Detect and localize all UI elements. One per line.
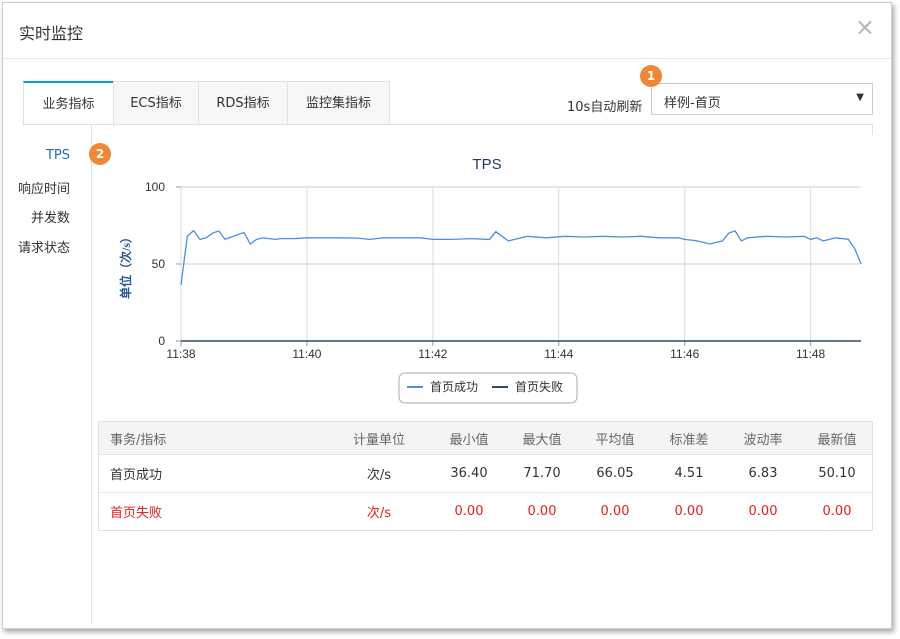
- metrics-table: 事务/指标 计量单位 最小值 最大值 平均值 标准差 波动率 最新值 首页成功 …: [98, 421, 873, 531]
- tab-rds-metrics[interactable]: RDS指标: [198, 81, 288, 124]
- callout-badge-1: 1: [640, 65, 662, 87]
- row-latest: 50.10: [818, 466, 856, 481]
- tab-ecs-metrics[interactable]: ECS指标: [113, 81, 199, 124]
- row-std: 0.00: [674, 504, 704, 519]
- x-tick-label: 11:46: [670, 347, 699, 361]
- y-tick-label: 50: [152, 257, 166, 271]
- realtime-monitor-dialog: 实时监控 × 业务指标 ECS指标 RDS指标 监控集指标 10s自动刷新 样例…: [2, 2, 892, 629]
- sidebar-item-request-status[interactable]: 请求状态: [18, 237, 70, 256]
- y-tick-label: 100: [145, 180, 165, 194]
- series-line-success: [180, 229, 862, 285]
- callout-badge-2: 2: [89, 143, 111, 165]
- row-volatility: 0.00: [748, 504, 778, 519]
- tab-monitor-set-metrics[interactable]: 监控集指标: [287, 81, 390, 124]
- row-unit: 次/s: [366, 468, 392, 483]
- sidebar-item-response-time[interactable]: 响应时间: [18, 178, 70, 197]
- row-max: 0.00: [527, 504, 557, 519]
- col-header-volatility: 波动率: [743, 432, 783, 448]
- row-volatility: 6.83: [748, 466, 778, 481]
- legend-label-success[interactable]: 首页成功: [430, 380, 478, 394]
- y-axis-label: 单位（次/s）: [118, 231, 133, 299]
- x-tick-label: 11:40: [292, 347, 321, 361]
- chart-grid: [180, 186, 861, 342]
- row-name: 首页成功: [110, 468, 163, 483]
- row-avg: 0.00: [600, 504, 630, 519]
- row-min: 36.40: [450, 466, 488, 481]
- x-tick-label: 11:42: [418, 347, 447, 361]
- col-header-min: 最小值: [449, 432, 489, 448]
- table-row: 首页成功 次/s 36.40 71.70 66.05 4.51 6.83 50.…: [99, 455, 872, 493]
- y-tick-label: 0: [158, 334, 165, 348]
- table-header-row: 事务/指标 计量单位 最小值 最大值 平均值 标准差 波动率 最新值: [99, 422, 872, 455]
- row-avg: 66.05: [596, 466, 634, 481]
- sidebar-item-tps[interactable]: TPS: [46, 148, 70, 163]
- row-latest: 0.00: [822, 504, 852, 519]
- col-header-std: 标准差: [669, 432, 709, 448]
- row-max: 71.70: [523, 466, 561, 481]
- chevron-down-icon: ▼: [856, 92, 864, 103]
- transaction-select-value: 样例-首页: [664, 96, 721, 111]
- dialog-title: 实时监控: [19, 24, 84, 43]
- sidebar-divider: [91, 125, 92, 625]
- chart-legend[interactable]: 首页成功 首页失败: [398, 372, 578, 404]
- row-unit: 次/s: [366, 506, 392, 521]
- col-header-avg: 平均值: [595, 432, 635, 448]
- transaction-select[interactable]: 样例-首页 ▼: [651, 83, 873, 115]
- row-name: 首页失败: [110, 506, 163, 521]
- panel-right-border: [872, 125, 873, 135]
- row-std: 4.51: [674, 466, 704, 481]
- col-header-latest: 最新值: [817, 432, 857, 448]
- sidebar-item-concurrency[interactable]: 并发数: [31, 207, 70, 226]
- y-axis-ticks: 0 50 100: [145, 180, 181, 348]
- x-axis-ticks: 11:38 11:40 11:42 11:44 11:46 11:48: [166, 341, 826, 361]
- tps-chart: TPS 单位（次/s） 050100 11:38 11:40 11:42 11:44 1…: [118, 156, 862, 404]
- x-tick-label: 11:38: [166, 347, 195, 361]
- legend-label-fail[interactable]: 首页失败: [515, 379, 563, 394]
- chart-series: [180, 229, 862, 342]
- row-min: 0.00: [454, 504, 484, 519]
- tab-bottom-border: [23, 124, 873, 125]
- chart-title: TPS: [472, 156, 501, 173]
- x-tick-label: 11:48: [796, 347, 825, 361]
- col-header-transaction: 事务/指标: [110, 432, 167, 448]
- header-divider: [3, 58, 891, 59]
- auto-refresh-label: 10s自动刷新: [567, 100, 643, 115]
- table-row: 首页失败 次/s 0.00 0.00 0.00 0.00 0.00 0.00: [99, 493, 872, 530]
- close-icon[interactable]: ×: [855, 15, 875, 39]
- x-tick-label: 11:44: [544, 347, 573, 361]
- col-header-unit: 计量单位: [352, 432, 405, 448]
- tab-business-metrics[interactable]: 业务指标: [23, 81, 114, 126]
- col-header-max: 最大值: [522, 432, 562, 448]
